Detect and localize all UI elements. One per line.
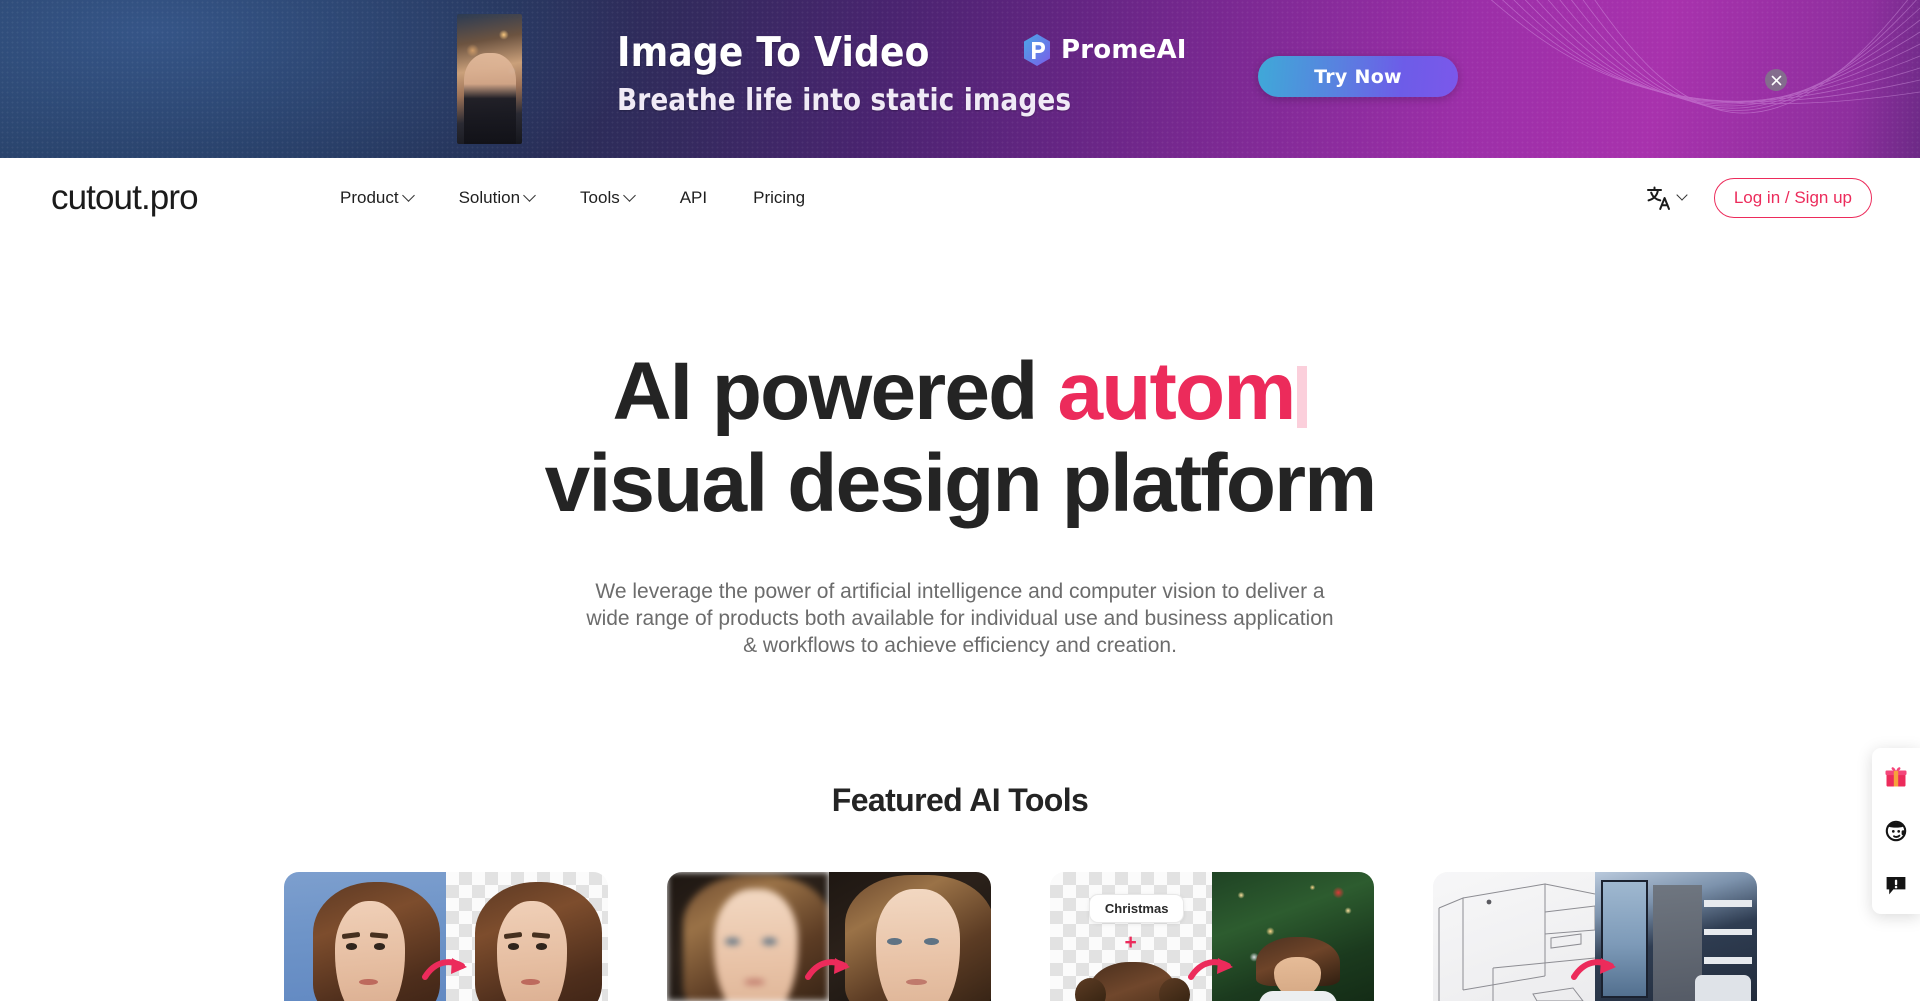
promeai-logo[interactable]: PromeAI: [1022, 33, 1187, 67]
nav-item-product[interactable]: Product: [340, 180, 415, 216]
nav-item-product-label: Product: [340, 188, 399, 207]
page-title: AI powered autom visual design platform: [0, 346, 1920, 530]
login-signup-button[interactable]: Log in / Sign up: [1713, 178, 1872, 218]
card-after-image: [1595, 872, 1757, 1001]
nav-item-tools[interactable]: Tools: [580, 180, 636, 216]
hero-title-typed-word: autom: [1057, 346, 1296, 437]
feedback-icon: [1886, 877, 1906, 895]
nav-item-api[interactable]: API: [680, 180, 707, 216]
brand-logo[interactable]: cutout.pro: [51, 178, 199, 218]
hero-subtitle-line3: & workflows to achieve efficiency and cr…: [743, 634, 1177, 657]
chevron-down-icon: [1676, 189, 1688, 201]
close-icon: [1771, 75, 1781, 85]
banner-headline: Image To Video: [617, 28, 930, 76]
hero-section: AI powered autom visual design platform …: [0, 238, 1920, 659]
background-remover-card[interactable]: [284, 872, 608, 1001]
promo-banner[interactable]: Image To Video Breathe life into static …: [0, 0, 1920, 158]
typewriter-caret: [1297, 366, 1308, 428]
nav-item-solution[interactable]: Solution: [458, 180, 536, 216]
gift-button[interactable]: [1879, 760, 1913, 794]
nav-item-solution-label: Solution: [458, 188, 521, 207]
nav-item-pricing-label: Pricing: [753, 188, 806, 207]
card-after-image: [829, 872, 991, 1001]
translate-icon: [1646, 186, 1670, 210]
site-header: cutout.pro Product Solution Tools API Pr…: [0, 158, 1920, 238]
banner-try-now-button[interactable]: Try Now: [1258, 56, 1458, 97]
photo-enhancer-card[interactable]: [667, 872, 991, 1001]
featured-tools-heading: Featured AI Tools: [831, 782, 1089, 818]
chevron-down-icon: [523, 188, 536, 202]
sketch-to-render-card[interactable]: [1433, 872, 1757, 1001]
plus-icon: +: [1124, 931, 1137, 955]
hero-subtitle-line2: wide range of products both available fo…: [586, 607, 1334, 630]
nav-item-pricing[interactable]: Pricing: [753, 180, 805, 216]
card-after-image: [446, 872, 608, 1001]
transform-arrow-icon: [805, 958, 850, 981]
floating-action-widget: [1872, 748, 1920, 914]
transform-arrow-icon: [1188, 958, 1233, 981]
hero-title-prefix: AI powered: [612, 346, 1058, 437]
promeai-mark-icon: [1022, 33, 1052, 67]
transform-arrow-icon: [1571, 958, 1616, 981]
chevron-down-icon: [401, 188, 415, 202]
primary-nav: Product Solution Tools API Pricing: [340, 180, 805, 216]
banner-thumbnail-image: [457, 14, 522, 144]
feedback-button[interactable]: [1879, 868, 1913, 902]
gift-icon: [1885, 767, 1907, 787]
nav-item-api-label: API: [679, 188, 708, 207]
hero-subtitle: We leverage the power of artificial inte…: [0, 578, 1920, 659]
background-generator-card[interactable]: Christmas +: [1050, 872, 1374, 1001]
background-style-tag: Christmas: [1088, 893, 1185, 923]
hero-subtitle-line1: We leverage the power of artificial inte…: [595, 580, 1325, 603]
banner-close-button[interactable]: [1765, 69, 1787, 91]
support-agent-button[interactable]: [1879, 814, 1913, 848]
promeai-wordmark: PromeAI: [1061, 35, 1187, 65]
featured-tools-grid: Christmas +: [284, 872, 1757, 1001]
header-actions: Log in / Sign up: [1646, 178, 1872, 218]
hero-title-line2: visual design platform: [544, 438, 1378, 529]
nav-item-tools-label: Tools: [580, 188, 620, 207]
support-agent-icon: [1885, 820, 1907, 842]
banner-subline: Breathe life into static images: [617, 83, 1072, 118]
chevron-down-icon: [622, 188, 636, 202]
language-switcher[interactable]: [1646, 185, 1688, 211]
card-after-image: [1212, 872, 1374, 1001]
transform-arrow-icon: [422, 958, 467, 981]
